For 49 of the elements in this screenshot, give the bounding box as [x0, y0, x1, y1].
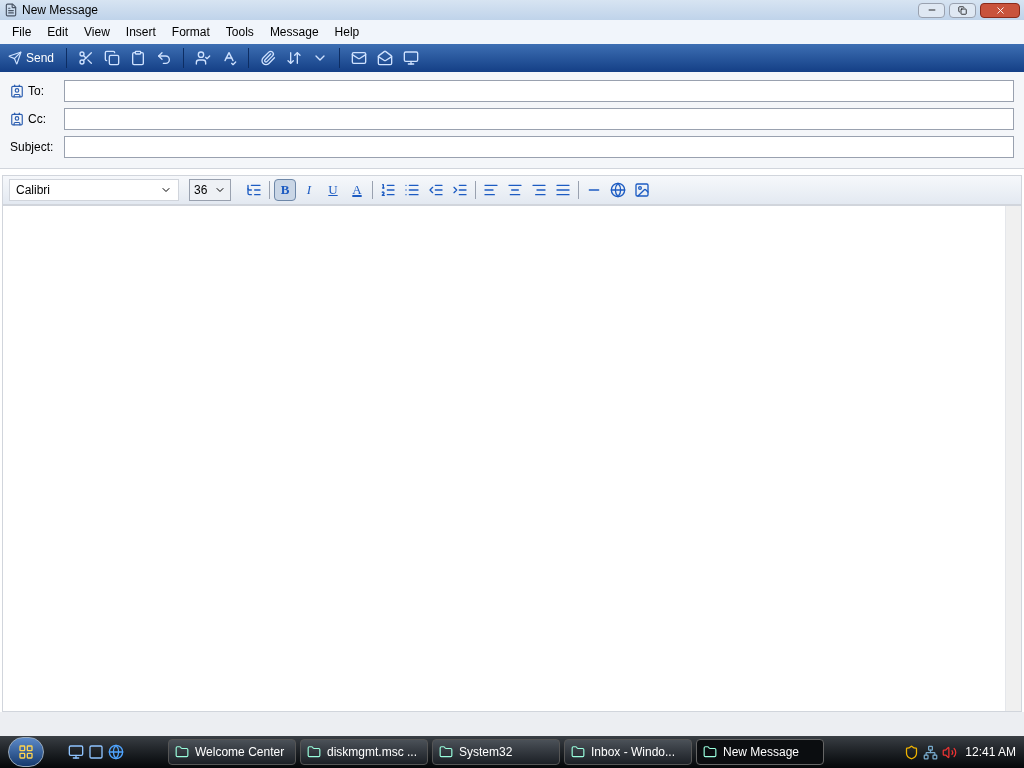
- menu-item[interactable]: Insert: [117, 23, 164, 41]
- taskbar-button[interactable]: Inbox - Windo...: [564, 739, 692, 765]
- field-label[interactable]: Cc:: [28, 110, 46, 128]
- volume-icon[interactable]: [942, 744, 958, 760]
- taskbar-button[interactable]: diskmgmt.msc ...: [300, 739, 428, 765]
- input-field[interactable]: [64, 80, 1014, 102]
- send-button[interactable]: Send: [4, 49, 59, 67]
- folder-icon: [439, 745, 453, 759]
- style-button[interactable]: U: [322, 179, 344, 201]
- menu-item[interactable]: File: [4, 23, 40, 41]
- folder-icon: [571, 745, 585, 759]
- taskbar-button[interactable]: New Message: [696, 739, 824, 765]
- menu-item[interactable]: Tools: [217, 23, 262, 41]
- size-dropdown[interactable]: 36: [189, 179, 231, 201]
- shield-icon[interactable]: [904, 744, 920, 760]
- window-title: New Message: [22, 2, 100, 19]
- menu-item[interactable]: Message: [261, 23, 327, 41]
- minimize-button[interactable]: [918, 2, 945, 18]
- close-icon: [994, 4, 1006, 16]
- menu-item[interactable]: Edit: [39, 23, 77, 41]
- folder-icon: [175, 745, 189, 759]
- restore-icon: [958, 5, 967, 15]
- restore-button[interactable]: [949, 2, 976, 18]
- menu-item[interactable]: Format: [163, 23, 218, 41]
- menu-item[interactable]: Help: [326, 23, 368, 41]
- input-field[interactable]: [64, 136, 1014, 158]
- send-icon: [8, 51, 22, 65]
- menu-item[interactable]: View: [76, 23, 118, 41]
- contact-card-icon: [10, 112, 24, 126]
- style-button[interactable]: I: [298, 179, 320, 201]
- desktop-icon[interactable]: [68, 744, 84, 760]
- input-field[interactable]: [64, 108, 1014, 130]
- field-label[interactable]: To:: [28, 82, 44, 100]
- close-button[interactable]: [980, 2, 1020, 18]
- font-dropdown[interactable]: Calibri: [9, 179, 179, 201]
- style-button[interactable]: A: [346, 179, 368, 201]
- browser-icon[interactable]: [108, 744, 124, 760]
- scrollbar[interactable]: [1005, 206, 1021, 711]
- field-label: Subject:: [10, 139, 54, 156]
- contact-card-icon: [10, 84, 24, 98]
- taskbar-button[interactable]: System32: [432, 739, 560, 765]
- clock[interactable]: 12:41 AM: [965, 743, 1016, 761]
- folder-icon: [703, 745, 717, 759]
- style-button[interactable]: B: [274, 179, 296, 201]
- document-icon: [4, 3, 18, 17]
- folder-icon: [307, 745, 321, 759]
- network-icon[interactable]: [923, 744, 939, 760]
- taskbar-button[interactable]: Welcome Center: [168, 739, 296, 765]
- start-button[interactable]: [8, 737, 44, 767]
